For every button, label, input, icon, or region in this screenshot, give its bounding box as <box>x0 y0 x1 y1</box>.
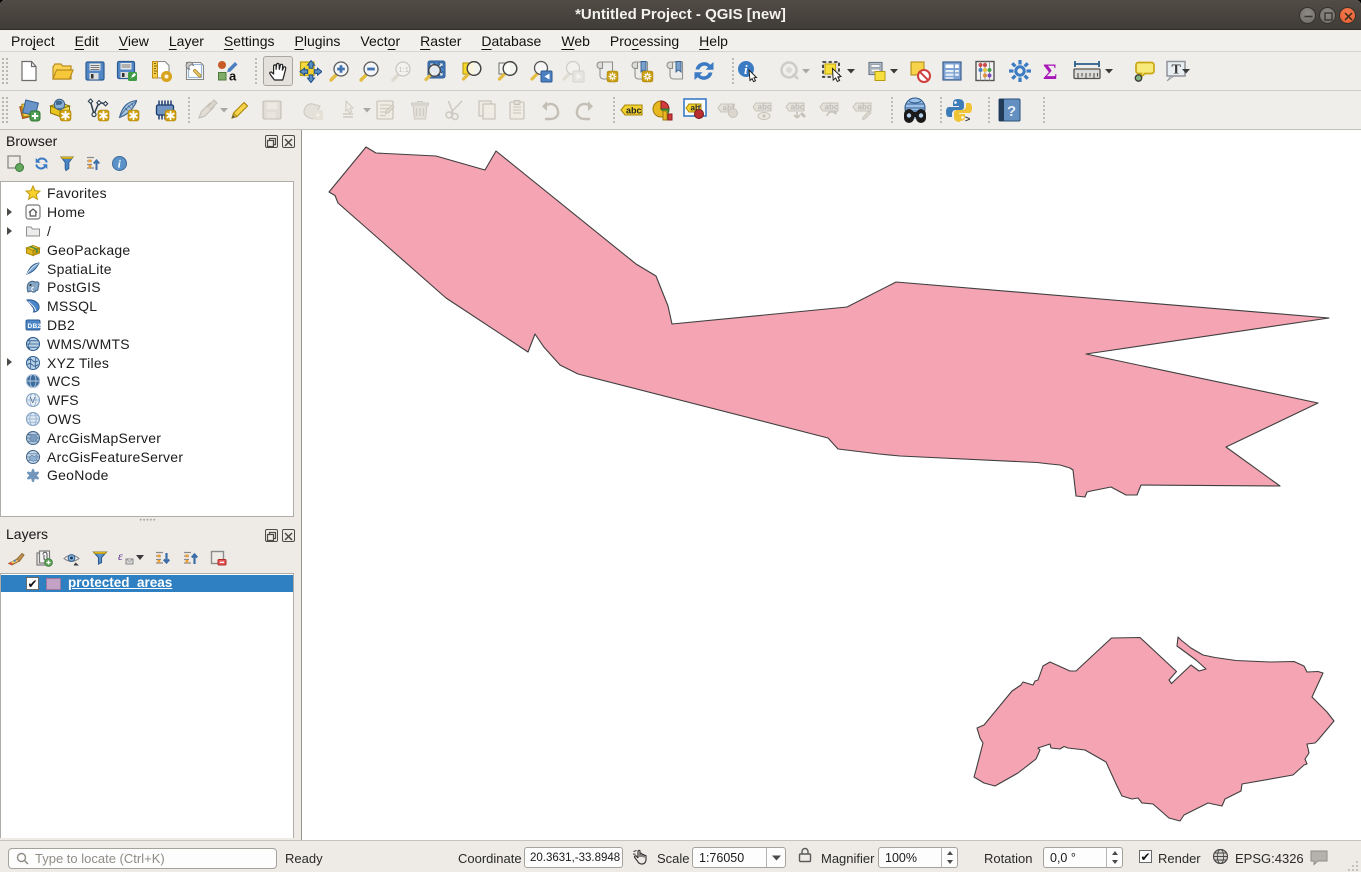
svg-text:ε: ε <box>118 550 123 563</box>
svg-text:Σ: Σ <box>1043 59 1057 83</box>
svg-text:abc: abc <box>858 103 872 112</box>
svg-text:DB2: DB2 <box>28 323 42 330</box>
svg-text:abc: abc <box>626 106 642 116</box>
svg-text:abc: abc <box>791 103 805 112</box>
svg-text:V: V <box>30 396 36 405</box>
svg-text:T: T <box>1172 63 1182 78</box>
svg-text:abc: abc <box>825 103 839 112</box>
svg-text:1:1: 1:1 <box>398 65 408 74</box>
svg-text:?: ? <box>1007 103 1016 120</box>
svg-text:a: a <box>229 69 237 84</box>
svg-text:abc: abc <box>758 103 772 112</box>
svg-text:>: > <box>965 114 970 123</box>
svg-text:i: i <box>744 62 748 77</box>
